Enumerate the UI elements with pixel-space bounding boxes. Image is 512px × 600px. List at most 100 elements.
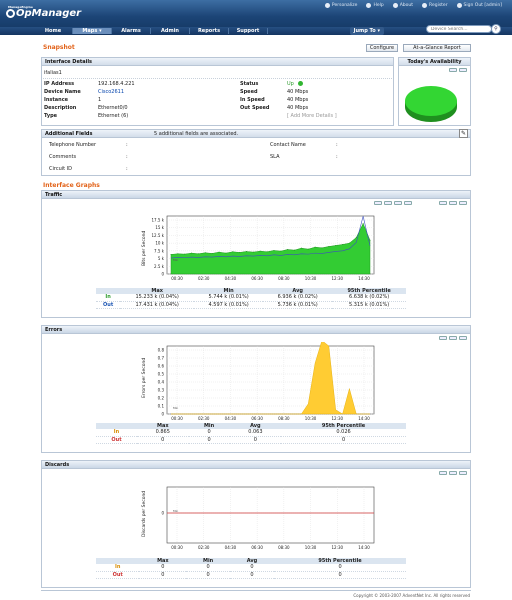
nav-maps[interactable]: Maps ▾ <box>73 28 112 34</box>
x-tick-label: 00:30 <box>171 416 183 421</box>
speed-label: Speed <box>240 89 258 95</box>
signout-link[interactable]: Sign Out [admin] <box>456 3 502 8</box>
jump-to-menu[interactable]: Jump To ▾ <box>349 27 384 35</box>
range-icon[interactable] <box>374 201 382 205</box>
discards-tools <box>439 471 467 475</box>
zoom-icon[interactable] <box>449 68 457 72</box>
interface-alias: ifalias1 <box>44 70 62 76</box>
y-tick-label: 0.3 <box>158 388 165 393</box>
data-point-in <box>273 249 275 251</box>
speed-value: 40 Mbps <box>287 89 309 95</box>
x-tick-label: 04:30 <box>225 276 237 281</box>
ip-address-label: IP Address <box>44 81 75 87</box>
export-icon[interactable] <box>459 336 467 340</box>
device-search-input[interactable] <box>426 25 492 33</box>
report-icon[interactable] <box>449 471 457 475</box>
cell-max: 0 <box>137 436 189 444</box>
search-icon[interactable]: ⚲ <box>491 24 501 34</box>
x-tick-label: 04:30 <box>225 416 237 421</box>
help-link[interactable]: Help <box>366 3 384 8</box>
traffic-range-tools <box>374 201 412 205</box>
data-point-in <box>239 251 241 253</box>
x-tick-label: 12:30 <box>332 276 344 281</box>
instance-value: 1 <box>98 97 102 103</box>
personalize-link[interactable]: Personalize <box>324 3 357 8</box>
data-point-in <box>321 247 323 249</box>
copyright: Copyright © 2003-2007 AdventNet Inc. All… <box>353 593 470 598</box>
traffic-panel: Traffic 17.5 k 15 k 12.5 k 10 k 7.5 k 5 k 2.5 … <box>41 190 471 318</box>
discards-ylabel: Discards per Second <box>142 490 147 537</box>
y-tick-label: 7.5 k <box>154 248 165 253</box>
traffic-stats-table: Max Min Avg 95th Percentile In 15.233 k (0.0… <box>96 288 406 309</box>
x-tick-label: 14:30 <box>358 416 370 421</box>
type-label: Type <box>44 113 58 119</box>
edit-icon[interactable]: ✎ <box>459 129 468 138</box>
export-icon[interactable] <box>459 471 467 475</box>
traffic-title: Traffic <box>42 191 470 199</box>
y-tick-label: 0.2 <box>158 396 165 401</box>
nav-admin[interactable]: Admin <box>151 28 190 34</box>
telephone-label: Telephone Number <box>49 142 97 148</box>
data-point-in <box>191 252 193 254</box>
report-icon[interactable] <box>449 201 457 205</box>
cell-min: 5.744 k (0.01%) <box>194 294 264 302</box>
at-a-glance-button[interactable]: At-a-Glance Report <box>403 44 471 52</box>
export-icon[interactable] <box>459 201 467 205</box>
range-icon[interactable] <box>404 201 412 205</box>
out-speed-value: 40 Mbps <box>287 105 309 111</box>
device-name-link[interactable]: Cisco2611 <box>98 89 124 95</box>
row-label-out: Out <box>96 436 138 444</box>
in-speed-value: 40 Mbps <box>287 97 309 103</box>
about-link[interactable]: About <box>392 3 413 8</box>
table-row: In 0 0 0 0 <box>96 564 406 572</box>
add-more-details-link[interactable]: [ Add More Details ] <box>287 113 337 119</box>
y-tick-label: 15 k <box>155 225 164 230</box>
interface-graphs-title: Interface Graphs <box>43 182 100 189</box>
in-speed-label: In Speed <box>240 97 265 103</box>
x-tick-label: 08:30 <box>278 276 290 281</box>
x-tick-label: 06:30 <box>251 276 263 281</box>
nav-support[interactable]: Support <box>229 28 268 34</box>
x-tick-label: 10:30 <box>305 545 317 550</box>
x-tick-label: 14:30 <box>358 276 370 281</box>
x-tick-label: 02:30 <box>198 416 210 421</box>
nav-reports[interactable]: Reports <box>190 28 229 34</box>
circuit-id-sep: : <box>126 166 128 172</box>
data-point-in <box>204 252 206 254</box>
report-icon[interactable] <box>449 336 457 340</box>
cell-95th: 0 <box>274 564 406 572</box>
y-tick-label: 12.5 k <box>152 233 165 238</box>
logo[interactable]: OpManager <box>6 8 81 19</box>
row-label-in: In <box>96 564 140 572</box>
register-link[interactable]: Register <box>422 3 448 8</box>
zoom-icon[interactable] <box>439 471 447 475</box>
nav-home[interactable]: Home <box>34 28 73 34</box>
nav-alarms[interactable]: Alarms <box>112 28 151 34</box>
table-row: In 0.865 0 0.063 0.026 <box>96 429 406 437</box>
x-tick-label: 02:30 <box>198 276 210 281</box>
cell-95th: 0.026 <box>281 429 406 437</box>
data-point-in <box>300 247 302 249</box>
cell-avg: 5.736 k (0.01%) <box>263 301 333 309</box>
telephone-sep: : <box>126 142 128 148</box>
data-point-in <box>225 252 227 254</box>
range-icon[interactable] <box>394 201 402 205</box>
y-tick-label: 2.5 k <box>154 264 165 269</box>
configure-button[interactable]: Configure <box>366 44 398 52</box>
cell-95th: 5.315 k (0.01%) <box>332 301 406 309</box>
app-header: ManageEngine OpManager Personalize Help … <box>0 0 512 27</box>
traffic-tools <box>439 201 467 205</box>
x-tick-label: 06:30 <box>251 416 263 421</box>
zoom-icon[interactable] <box>439 336 447 340</box>
errors-stats-table: Max Min Avg 95th Percentile In 0.865 0 0.063 0.… <box>96 423 406 444</box>
cell-95th: 0 <box>281 436 406 444</box>
report-icon[interactable] <box>459 68 467 72</box>
range-icon[interactable] <box>384 201 392 205</box>
comments-sep: : <box>126 154 128 160</box>
cell-avg: 0.063 <box>229 429 282 437</box>
data-point-in <box>197 253 199 255</box>
errors-panel: Errors 0.8 0.7 0.6 0.5 0.4 0.3 0.2 0.1 0 00:30 02:… <box>41 325 471 453</box>
type-value: Ethernet (6) <box>98 113 129 119</box>
cell-min: 0 <box>186 564 230 572</box>
zoom-icon[interactable] <box>439 201 447 205</box>
